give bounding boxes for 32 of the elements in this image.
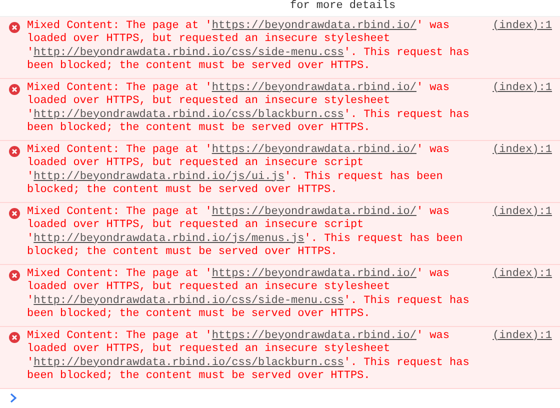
url-link[interactable]: http://beyondrawdata.rbind.io/css/side-menu.css: [34, 294, 344, 306]
source-link[interactable]: (index):1: [492, 82, 552, 95]
error-icon: [9, 332, 20, 342]
url-link[interactable]: https://beyondrawdata.rbind.io/: [212, 206, 416, 218]
url-link[interactable]: https://beyondrawdata.rbind.io/: [212, 144, 416, 156]
message-text: Mixed Content: The page at 'https://beyondrawdata.rbind.io/' was loaded over HTTPS, but requested an insecure stylesheet 'http://beyondrawdata.rbind.io/css/blackburn.css'. This request has been blocked; the content must be served over HTTPS.: [27, 82, 470, 136]
url-link[interactable]: https://beyondrawdata.rbind.io/: [212, 20, 416, 32]
message-text: Mixed Content: The page at 'https://beyondrawdata.rbind.io/' was loaded over HTTPS, but requested an insecure stylesheet 'http://beyondrawdata.rbind.io/css/side-menu.css'. This request has been blocked; the content must be served over HTTPS.: [27, 20, 470, 74]
url-link[interactable]: https://beyondrawdata.rbind.io/: [212, 82, 416, 94]
url-link[interactable]: http://beyondrawdata.rbind.io/js/menus.js: [34, 232, 304, 244]
source-link[interactable]: (index):1: [492, 144, 552, 157]
error-icon: [9, 208, 20, 218]
prompt-chevron-icon[interactable]: [10, 392, 17, 402]
error-icon: [9, 270, 20, 280]
url-link[interactable]: http://beyondrawdata.rbind.io/css/blackburn.css: [34, 108, 344, 120]
message-text: Mixed Content: The page at 'https://beyondrawdata.rbind.io/' was loaded over HTTPS, but requested an insecure script 'http://beyondrawdata.rbind.io/js/ui.js'. This request has been blocked; the content must be served over HTTPS.: [27, 144, 450, 198]
url-link[interactable]: https://beyondrawdata.rbind.io/: [212, 268, 416, 280]
url-link[interactable]: http://beyondrawdata.rbind.io/css/blackburn.css: [34, 356, 344, 368]
message-text: Mixed Content: The page at 'https://beyondrawdata.rbind.io/' was loaded over HTTPS, but requested an insecure stylesheet 'http://beyondrawdata.rbind.io/css/side-menu.css'. This request has been blocked; the content must be served over HTTPS.: [27, 268, 470, 322]
url-link[interactable]: http://beyondrawdata.rbind.io/css/side-menu.css: [34, 46, 344, 58]
source-link[interactable]: (index):1: [492, 330, 552, 343]
error-icon: [9, 146, 20, 156]
url-link[interactable]: http://beyondrawdata.rbind.io/js/ui.js: [34, 170, 284, 182]
error-icon: [9, 22, 20, 32]
message-text: Mixed Content: The page at 'https://beyondrawdata.rbind.io/' was loaded over HTTPS, but requested an insecure script 'http://beyondrawdata.rbind.io/js/menus.js'. This request has been blocked; the content must be served over HTTPS.: [27, 206, 464, 260]
message-text: Mixed Content: The page at 'https://beyondrawdata.rbind.io/' was loaded over HTTPS, but requested an insecure stylesheet 'http://beyondrawdata.rbind.io/css/blackburn.css'. This request has been blocked; the content must be served over HTTPS.: [27, 330, 470, 384]
source-link[interactable]: (index):1: [492, 20, 552, 33]
source-link[interactable]: (index):1: [492, 206, 552, 219]
url-link[interactable]: https://beyondrawdata.rbind.io/: [212, 330, 416, 342]
error-icon: [9, 84, 20, 94]
source-link[interactable]: (index):1: [492, 268, 552, 281]
console-line-text: for more details: [290, 0, 396, 12]
